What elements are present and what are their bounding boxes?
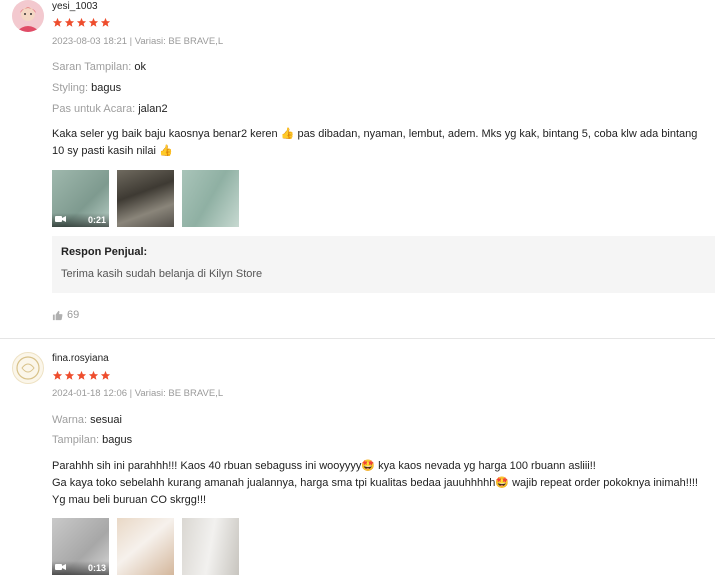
media-gallery: 0:21 [52,170,239,227]
attribute-value: jalan2 [138,103,168,115]
attribute-value: bagus [91,82,122,94]
attribute-key: Pas untuk Acara: [52,103,136,115]
star-icon [100,370,111,380]
review-item: yesi_1003 2023-08-03 18:21 | Variasi: BE… [0,0,715,338]
username[interactable]: fina.rosyiana [52,353,109,364]
image-thumbnail[interactable] [117,518,174,575]
review-meta: 2024-01-18 12:06 | Variasi: BE BRAVE,L [52,388,224,399]
star-icon [52,17,63,27]
review-text-line: Parahhh sih ini parahhh!!! Kaos 40 rbuan… [52,460,596,472]
video-thumbnail[interactable]: 0:13 [52,518,109,575]
star-icon [76,17,87,27]
attribute-key: Warna: [52,414,88,426]
review-text-line: Kaka seler yg baik baju kaosnya benar2 k… [52,128,698,140]
attribute-row: Tampilan: bagus [52,434,132,446]
star-icon [88,370,99,380]
username[interactable]: yesi_1003 [52,1,98,12]
star-icon [88,17,99,27]
attribute-row: Saran Tampilan: ok [52,61,146,73]
video-duration: 0:21 [87,215,106,225]
attribute-value: sesuai [90,414,122,426]
video-thumbnail[interactable]: 0:21 [52,170,109,227]
review-item: fina.rosyiana 2024-01-18 12:06 | Variasi… [0,350,715,575]
attribute-row: Warna: sesuai [52,414,122,426]
image-thumbnail[interactable] [117,170,174,227]
video-camera-icon [55,563,66,573]
avatar[interactable] [12,0,44,32]
avatar[interactable] [12,352,44,384]
review-text-line: Yg mau beli buruan CO skrgg!!! [52,494,207,506]
star-rating [52,370,111,381]
image-thumbnail[interactable] [182,518,239,575]
seller-response-title: Respon Penjual: [61,246,148,258]
review-text: Kaka seler yg baik baju kaosnya benar2 k… [52,126,712,160]
seller-response: Respon Penjual: Terima kasih sudah belan… [52,236,715,293]
thumbs-up-icon [52,310,63,320]
review-text-line: Ga kaya toko sebelahh kurang amanah jual… [52,477,698,489]
attribute-row: Pas untuk Acara: jalan2 [52,103,168,115]
attribute-key: Tampilan: [52,434,100,446]
attribute-key: Saran Tampilan: [52,61,132,73]
star-rating [52,17,111,28]
star-icon [76,370,87,380]
star-icon [64,370,75,380]
media-gallery: 0:13 [52,518,239,575]
review-meta: 2023-08-03 18:21 | Variasi: BE BRAVE,L [52,36,224,47]
attribute-key: Styling: [52,82,89,94]
star-icon [64,17,75,27]
seller-response-text: Terima kasih sudah belanja di Kilyn Stor… [61,268,263,280]
video-camera-icon [55,215,66,225]
review-text: Parahhh sih ini parahhh!!! Kaos 40 rbuan… [52,458,712,509]
star-icon [100,17,111,27]
attribute-row: Styling: bagus [52,82,121,94]
star-icon [52,370,63,380]
review-divider [0,338,715,339]
attribute-value: bagus [102,434,133,446]
like-count: 69 [67,309,80,321]
like-button[interactable]: 69 [52,309,79,321]
video-duration: 0:13 [87,563,106,573]
attribute-value: ok [134,61,146,73]
review-text-line: 10 sy pasti kasih nilai 👍 [52,145,173,157]
image-thumbnail[interactable] [182,170,239,227]
